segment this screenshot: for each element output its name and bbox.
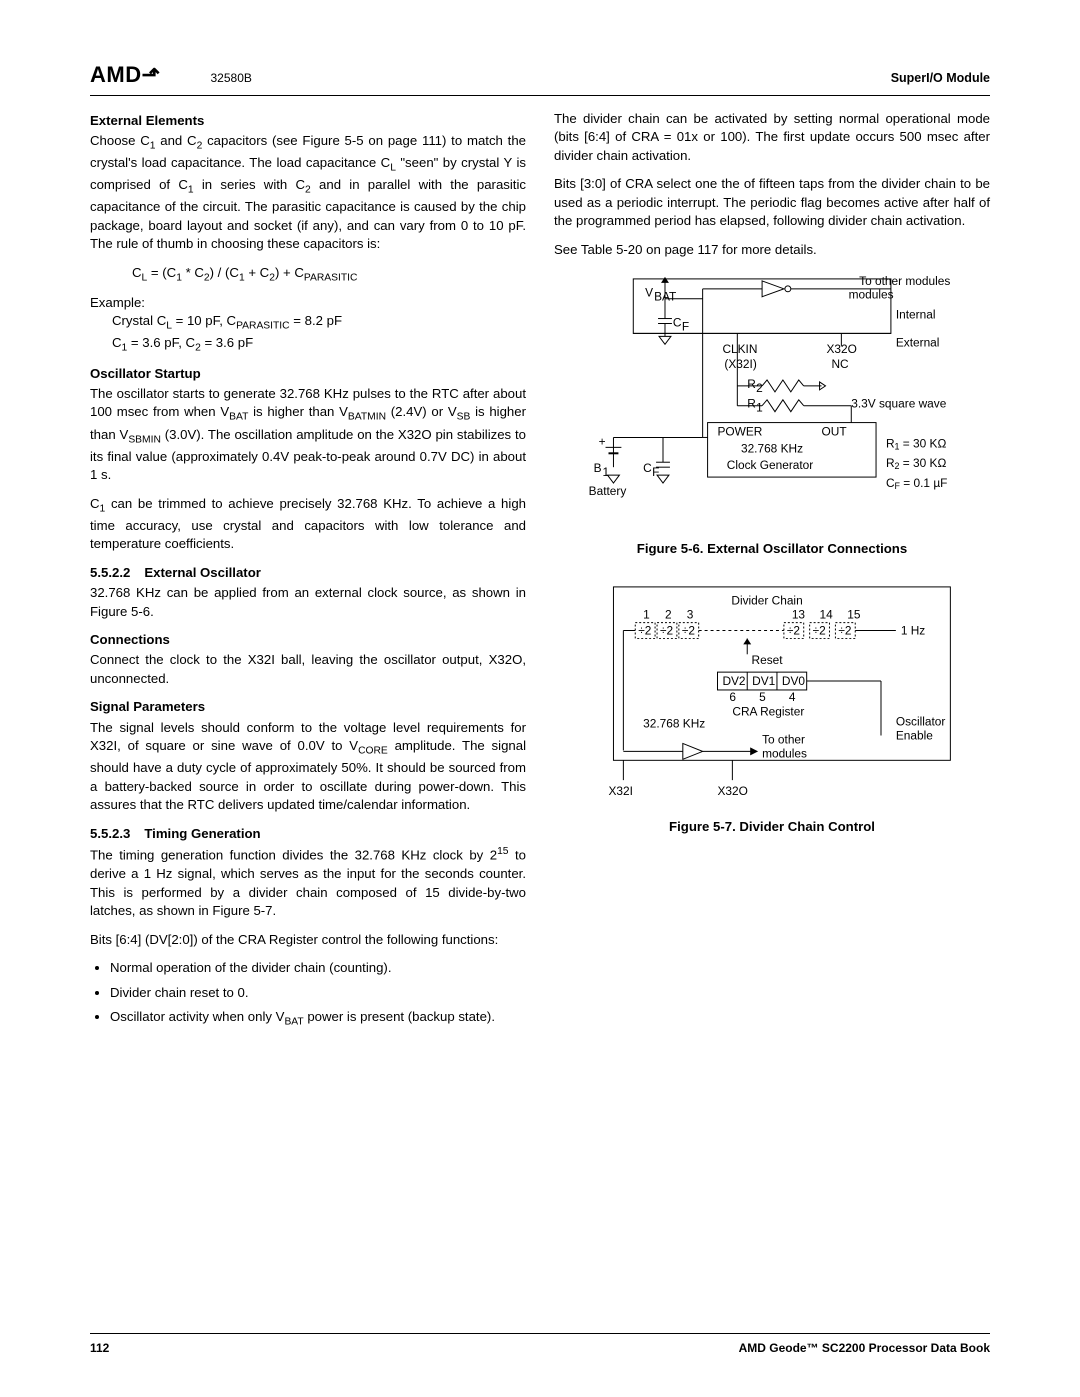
figure-5-7: Divider Chain 1 2 3 13 14 15 ÷2 ÷2 ÷2	[554, 577, 990, 837]
svg-text:15: 15	[847, 607, 861, 621]
svg-text:Internal: Internal	[896, 308, 936, 322]
svg-text:CLKIN: CLKIN	[722, 342, 757, 356]
para-see-table: See Table 5-20 on page 117 for more deta…	[554, 241, 990, 259]
para-ext-elem: Choose C1 and C2 capacitors (see Figure …	[90, 132, 526, 254]
section-5522: 5.5.2.2External Oscillator	[90, 564, 526, 582]
svg-text:÷2: ÷2	[638, 623, 651, 637]
section-5523: 5.5.2.3Timing Generation	[90, 825, 526, 843]
svg-text:Reset: Reset	[752, 653, 784, 667]
bullet-2: Divider chain reset to 0.	[110, 984, 526, 1002]
svg-text:F: F	[652, 465, 659, 479]
example-lines: Crystal CL = 10 pF, CPARASITIC = 8.2 pF …	[112, 312, 526, 356]
svg-text:R2 = 30 KΩ: R2 = 30 KΩ	[886, 456, 947, 471]
svg-text:3.3V square wave: 3.3V square wave	[851, 397, 946, 411]
svg-text:÷2: ÷2	[787, 623, 800, 637]
heading-external-elements: External Elements	[90, 112, 526, 130]
svg-text:Oscillator: Oscillator	[896, 714, 946, 728]
example-label: Example:	[90, 294, 526, 312]
svg-text:C: C	[643, 461, 652, 475]
svg-text:14: 14	[820, 607, 834, 621]
page-number: 112	[90, 1340, 109, 1357]
svg-text:Divider Chain: Divider Chain	[731, 594, 802, 608]
svg-text:÷2: ÷2	[682, 623, 695, 637]
svg-text:2: 2	[756, 381, 763, 395]
heading-osc-startup: Oscillator Startup	[90, 365, 526, 383]
svg-text:CF = 0.1 µF: CF = 0.1 µF	[886, 476, 947, 491]
svg-text:DV0: DV0	[782, 674, 805, 688]
para-5522: 32.768 KHz can be applied from an extern…	[90, 584, 526, 621]
svg-text:13: 13	[792, 607, 806, 621]
svg-text:DV1: DV1	[752, 674, 775, 688]
figure-5-6-caption: Figure 5-6. External Oscillator Connecti…	[554, 540, 990, 558]
para-osc-startup: The oscillator starts to generate 32.768…	[90, 385, 526, 485]
svg-text:B: B	[594, 461, 602, 475]
svg-text:32.768 KHz: 32.768 KHz	[741, 441, 803, 455]
heading-signal-params: Signal Parameters	[90, 698, 526, 716]
svg-text:Enable: Enable	[896, 728, 933, 742]
svg-text:POWER: POWER	[718, 425, 763, 439]
svg-text:C: C	[673, 316, 682, 330]
amd-logo: AMD⬏	[90, 60, 161, 91]
equation-cl: CL = (C1 * C2) / (C1 + C2) + CPARASITIC	[132, 264, 526, 286]
bullet-1: Normal operation of the divider chain (c…	[110, 959, 526, 977]
left-column: External Elements Choose C1 and C2 capac…	[90, 110, 526, 1040]
svg-text:V: V	[645, 286, 653, 300]
svg-text:R: R	[747, 397, 756, 411]
para-div-act: The divider chain can be activated by se…	[554, 110, 990, 165]
para-signal-params: The signal levels should conform to the …	[90, 719, 526, 815]
svg-text:OUT: OUT	[822, 425, 847, 439]
heading-connections: Connections	[90, 631, 526, 649]
svg-text:modules: modules	[762, 746, 807, 760]
svg-text:F: F	[682, 320, 689, 334]
svg-text:6: 6	[729, 690, 736, 704]
svg-text:÷2: ÷2	[838, 623, 851, 637]
right-column: The divider chain can be activated by se…	[554, 110, 990, 1040]
para-bits30: Bits [3:0] of CRA select one the of fift…	[554, 175, 990, 230]
svg-text:4: 4	[789, 690, 796, 704]
page-footer: 112 AMD Geode™ SC2200 Processor Data Boo…	[90, 1333, 990, 1357]
svg-text:modules: modules	[849, 288, 894, 302]
svg-text:1: 1	[756, 401, 763, 415]
svg-text:÷2: ÷2	[813, 623, 826, 637]
svg-text:X32O: X32O	[718, 784, 748, 798]
bullet-list: Normal operation of the divider chain (c…	[110, 959, 526, 1030]
svg-text:1: 1	[643, 607, 650, 621]
module-title: SuperI/O Module	[891, 70, 990, 88]
para-connections: Connect the clock to the X32I ball, leav…	[90, 651, 526, 688]
page-header: AMD⬏ 32580B SuperI/O Module	[90, 60, 990, 96]
figure-5-7-caption: Figure 5-7. Divider Chain Control	[554, 818, 990, 836]
book-title: AMD Geode™ SC2200 Processor Data Book	[739, 1340, 990, 1357]
svg-text:X32I: X32I	[609, 784, 633, 798]
svg-text:R: R	[747, 377, 756, 391]
svg-text:(X32I): (X32I)	[724, 357, 756, 371]
svg-text:CRA Register: CRA Register	[732, 705, 804, 719]
svg-text:+: +	[599, 435, 606, 449]
svg-text:2: 2	[665, 607, 672, 621]
doc-number: 32580B	[211, 70, 252, 87]
svg-text:3: 3	[687, 607, 694, 621]
svg-text:Clock Generator: Clock Generator	[727, 458, 814, 472]
svg-text:To other: To other	[762, 732, 805, 746]
svg-text:1 Hz: 1 Hz	[901, 623, 925, 637]
svg-text:32.768 KHz: 32.768 KHz	[643, 716, 705, 730]
para-osc-trim: C1 can be trimmed to achieve precisely 3…	[90, 495, 526, 554]
figure-5-6: VBAT CF To other modules modules Interna…	[554, 269, 990, 559]
svg-text:DV2: DV2	[722, 674, 745, 688]
svg-text:Battery: Battery	[589, 484, 627, 498]
bullet-3: Oscillator activity when only VBAT power…	[110, 1008, 526, 1030]
svg-text:External: External	[896, 335, 940, 349]
svg-text:To other modules: To other modules	[859, 274, 950, 288]
svg-text:NC: NC	[831, 357, 849, 371]
svg-text:÷2: ÷2	[660, 623, 673, 637]
para-5523-a: The timing generation function divides t…	[90, 845, 526, 920]
para-5523-b: Bits [6:4] (DV[2:0]) of the CRA Register…	[90, 931, 526, 949]
svg-text:5: 5	[759, 690, 766, 704]
svg-text:R1 = 30 KΩ: R1 = 30 KΩ	[886, 437, 947, 452]
